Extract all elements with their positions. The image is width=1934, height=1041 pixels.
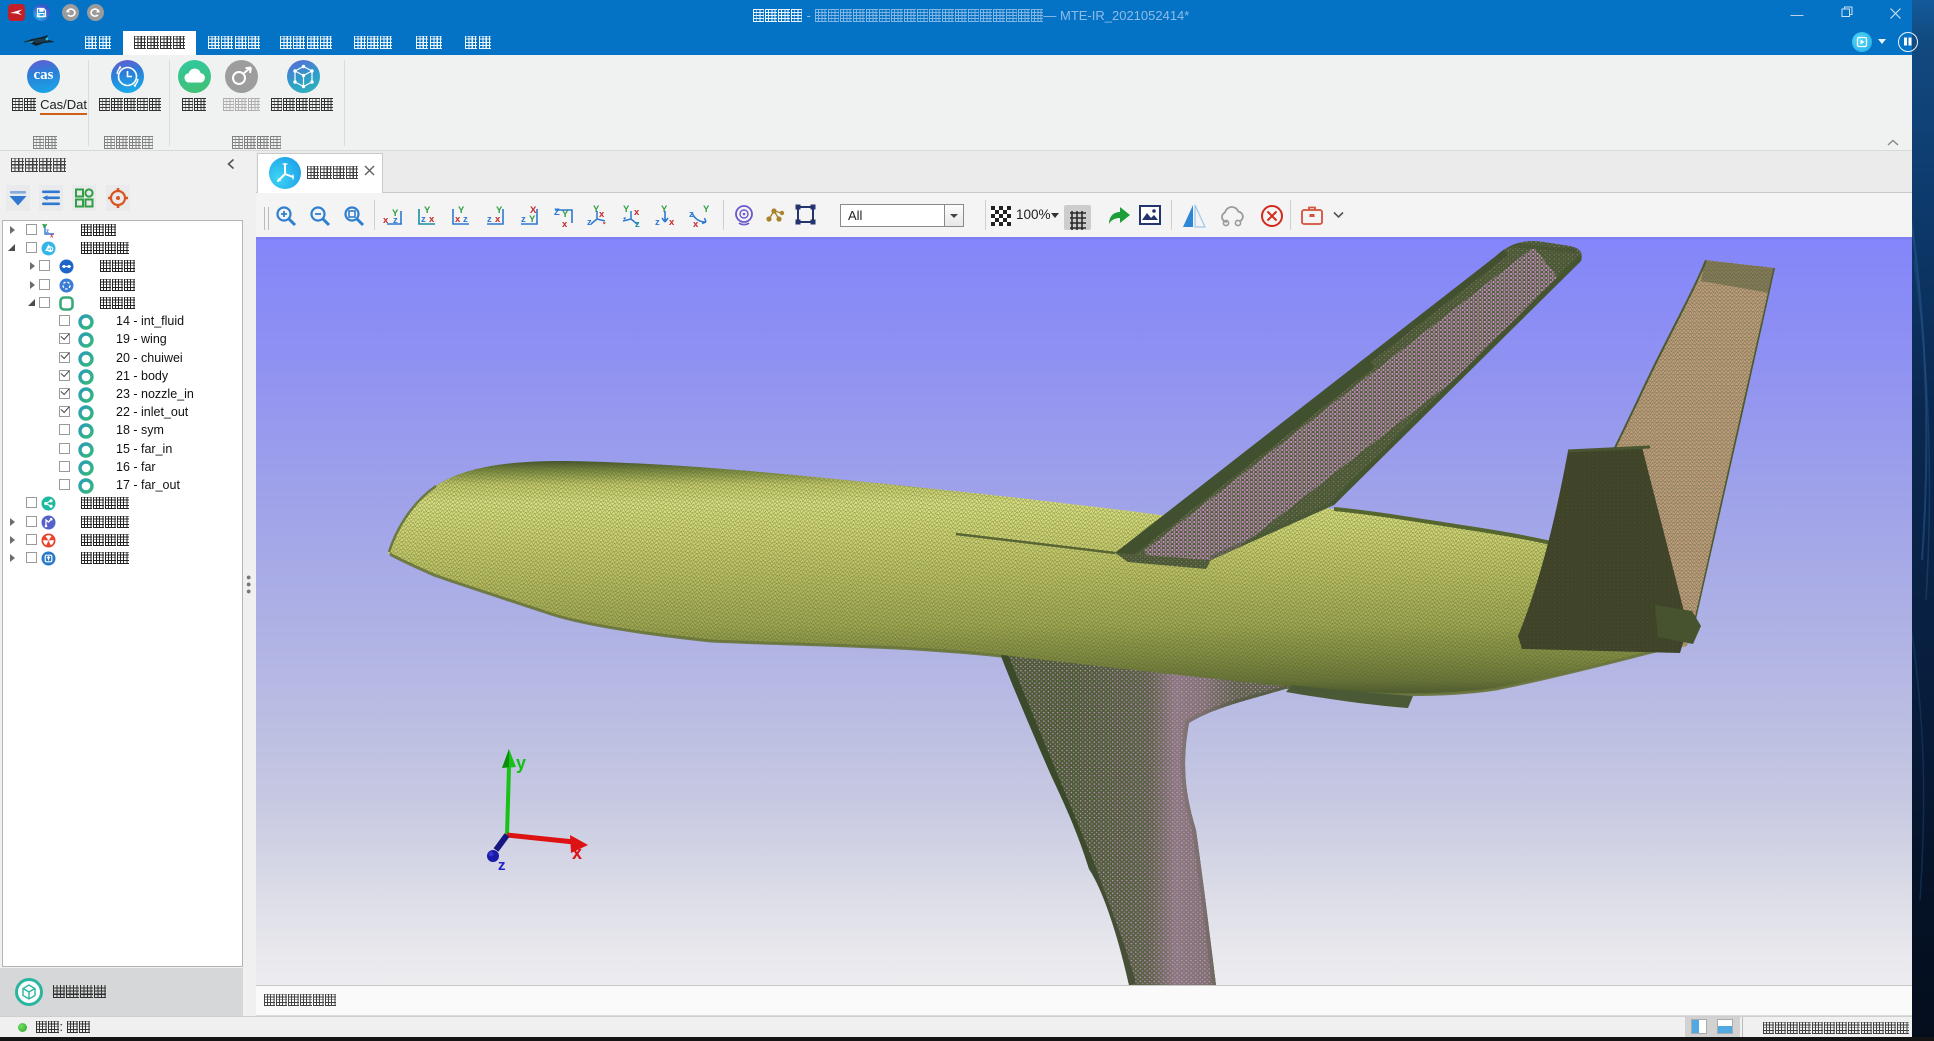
svg-text:z: z [498,857,506,874]
svg-text:Y: Y [623,204,630,215]
svg-text:z: z [463,214,468,225]
svg-text:Y: Y [529,214,536,225]
svg-text:x: x [634,207,640,218]
svg-text:x: x [455,214,461,225]
svg-text:x: x [562,219,568,229]
svg-text:z: z [46,229,49,235]
svg-text:z: z [587,217,592,228]
svg-text:y: y [516,753,526,773]
svg-text:x: x [669,217,675,228]
svg-text:z: z [635,219,640,229]
svg-text:x: x [693,219,699,229]
svg-text:z: z [655,217,660,228]
svg-text:z: z [393,215,398,226]
svg-text:Y: Y [42,224,46,230]
svg-text:x: x [429,214,435,225]
svg-text:z: z [421,214,426,225]
svg-text:x: x [572,843,582,863]
svg-text:Y: Y [703,204,710,215]
svg-text:Z: Z [554,207,560,218]
svg-text:x: x [495,214,501,225]
svg-text:z: z [521,214,526,225]
svg-text:z: z [487,214,492,225]
svg-text:x: x [599,209,605,220]
svg-text:x: x [383,215,389,226]
